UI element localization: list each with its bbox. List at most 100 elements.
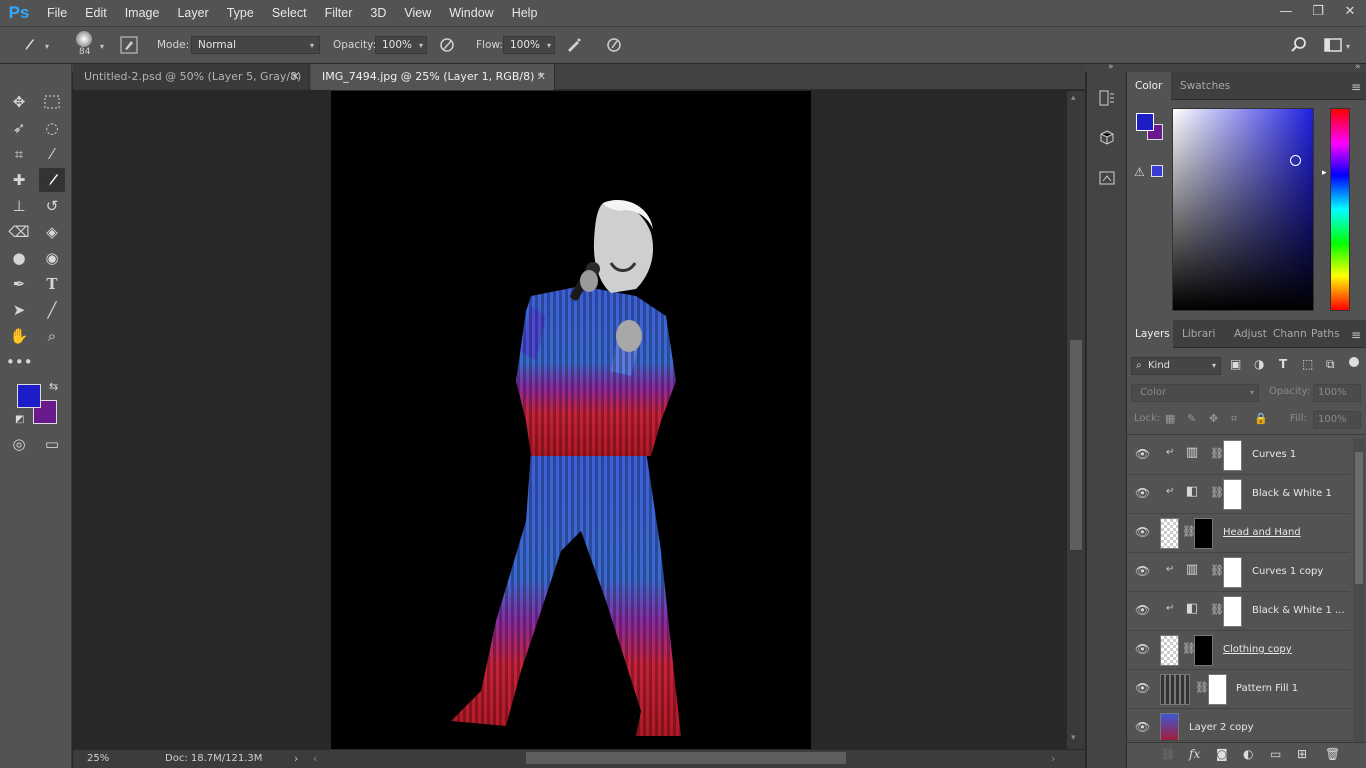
move-tool-icon[interactable]: ✥ [6,90,32,114]
layer-row[interactable]: 👁 ⛓ Clothing copy [1128,631,1350,670]
3d-panel-icon[interactable] [1093,124,1121,152]
chain-link-icon[interactable]: ⛓ [1210,447,1224,460]
scroll-right-icon[interactable]: › [1051,752,1055,765]
scroll-left-icon[interactable]: ‹ [313,752,317,765]
menu-image[interactable]: Image [116,0,169,26]
eyedropper-tool-icon[interactable]: ⁄ [39,142,65,166]
layer-mask-thumbnail[interactable] [1194,635,1213,666]
panel-menu-icon[interactable]: ≡ [1351,80,1361,94]
layer-name[interactable]: Curves 1 [1252,449,1296,460]
close-tab-icon[interactable]: ✕ [537,64,546,90]
minimize-button[interactable]: — [1270,0,1302,26]
brush-tool-icon[interactable] [39,168,65,192]
menu-layer[interactable]: Layer [168,0,217,26]
brush-tip-icon[interactable] [76,31,92,47]
airbrush-icon[interactable] [564,36,584,56]
scroll-up-icon[interactable]: ▴ [1071,93,1076,103]
tab-img-7494[interactable]: IMG_7494.jpg @ 25% (Layer 1, RGB/8) * ✕ [311,64,555,90]
eye-icon[interactable]: 👁 [1135,486,1150,500]
menu-filter[interactable]: Filter [316,0,362,26]
screen-mode-icon[interactable]: ▭ [39,432,65,456]
color-field[interactable] [1172,108,1314,311]
pattern-fill-thumbnail[interactable] [1160,674,1190,705]
tool-preset-dropdown-icon[interactable]: ▾ [45,42,49,51]
fill-field[interactable]: 100% [1313,411,1361,429]
menu-3d[interactable]: 3D [361,0,395,26]
brush-tool-icon[interactable] [18,36,38,56]
layer-thumbnail[interactable] [1160,713,1179,740]
eye-icon[interactable]: 👁 [1135,447,1150,461]
status-menu-arrow-icon[interactable]: › [294,752,298,765]
type-tool-icon[interactable]: T [39,272,65,296]
eye-icon[interactable]: 👁 [1135,564,1150,578]
eye-icon[interactable]: 👁 [1135,642,1150,656]
lock-transparent-icon[interactable]: ▦ [1165,412,1175,425]
vertical-scroll-thumb[interactable] [1070,340,1082,550]
panel-menu-icon[interactable]: ≡ [1351,328,1361,342]
workspace-switcher-icon[interactable] [1323,36,1343,56]
opacity-field[interactable]: 100% ▾ [375,36,427,54]
lock-artboard-icon[interactable]: ⌗ [1231,412,1237,426]
rectangular-marquee-tool-icon[interactable] [39,90,65,114]
delete-layer-icon[interactable]: 🗑 [1325,747,1340,761]
color-panel-foreground-swatch[interactable] [1136,113,1154,131]
menu-view[interactable]: View [395,0,440,26]
collapse-dock-icon[interactable]: » [1108,62,1114,72]
foreground-color-swatch[interactable] [17,384,41,408]
eye-icon[interactable]: 👁 [1135,525,1150,539]
tab-untitled-2[interactable]: Untitled-2.psd @ 50% (Layer 5, Gray/8) ✕ [73,64,309,90]
filter-adjustment-icon[interactable]: ◑ [1254,357,1264,371]
swap-colors-icon[interactable]: ⇆ [49,380,58,393]
filter-smart-object-icon[interactable]: ⧉ [1326,357,1335,372]
layer-effects-icon[interactable]: fx [1189,747,1200,761]
layer-filter-select[interactable]: ⌕ Kind ▾ [1131,357,1221,375]
layer-name[interactable]: Curves 1 copy [1252,566,1323,577]
close-tab-icon[interactable]: ✕ [291,64,300,90]
eye-icon[interactable]: 👁 [1135,720,1150,734]
restore-button[interactable]: ❐ [1302,0,1334,26]
line-tool-icon[interactable]: ╱ [39,298,65,322]
layer-mask-thumbnail[interactable] [1208,674,1227,705]
layers-scroll-thumb[interactable] [1355,452,1363,584]
zoom-tool-icon[interactable]: ⌕ [39,324,65,348]
tab-color[interactable]: Color [1127,72,1171,100]
filter-pixel-icon[interactable]: ▣ [1230,357,1241,371]
layer-thumbnail[interactable] [1160,635,1179,666]
path-selection-tool-icon[interactable]: ➤ [6,298,32,322]
brush-panel-toggle-icon[interactable] [119,36,139,56]
layer-name[interactable]: Black & White 1 [1252,488,1332,499]
layer-row[interactable]: 👁 ↵ ▥ ⛓ Curves 1 copy [1128,553,1350,592]
layer-mask-thumbnail[interactable] [1223,479,1242,510]
close-button[interactable]: ✕ [1334,0,1366,26]
link-layers-icon[interactable]: ⛓ [1161,748,1175,761]
add-mask-icon[interactable]: ◙ [1216,747,1228,761]
layer-row[interactable]: 👁 ↵ ◧ ⛓ Black & White 1 ... [1128,592,1350,631]
layer-mask-thumbnail[interactable] [1223,596,1242,627]
tab-layers[interactable]: Layers [1127,320,1173,348]
layer-mask-thumbnail[interactable] [1223,557,1242,588]
out-of-gamut-warning-icon[interactable]: ⚠ [1134,165,1145,179]
layer-name[interactable]: Clothing copy [1223,644,1292,655]
quick-mask-icon[interactable]: ◎ [6,432,32,456]
clone-stamp-tool-icon[interactable]: ⊥ [6,194,32,218]
chain-link-icon[interactable]: ⛓ [1195,681,1209,694]
pressure-opacity-icon[interactable] [437,36,457,56]
properties-panel-icon[interactable] [1093,164,1121,192]
horizontal-scroll-thumb[interactable] [526,752,846,764]
menu-select[interactable]: Select [263,0,316,26]
layer-row[interactable]: 👁 ↵ ▥ ⛓ Curves 1 [1128,436,1350,475]
tab-libraries[interactable]: Librari [1174,320,1223,348]
menu-window[interactable]: Window [440,0,502,26]
layer-blend-mode-select[interactable]: Color ▾ [1131,384,1259,402]
eraser-tool-icon[interactable]: ⌫ [6,220,32,244]
chain-link-icon[interactable]: ⛓ [1210,564,1224,577]
menu-type[interactable]: Type [218,0,263,26]
collapse-panels-icon[interactable]: » [1355,62,1361,72]
history-brush-tool-icon[interactable]: ↺ [39,194,65,218]
chain-link-icon[interactable]: ⛓ [1210,603,1224,616]
flow-field[interactable]: 100% ▾ [503,36,555,54]
pen-tool-icon[interactable]: ✒ [6,272,32,296]
lasso-tool-icon[interactable]: ➶ [6,116,32,140]
menu-file[interactable]: File [38,0,76,26]
layer-mask-thumbnail[interactable] [1223,440,1242,471]
